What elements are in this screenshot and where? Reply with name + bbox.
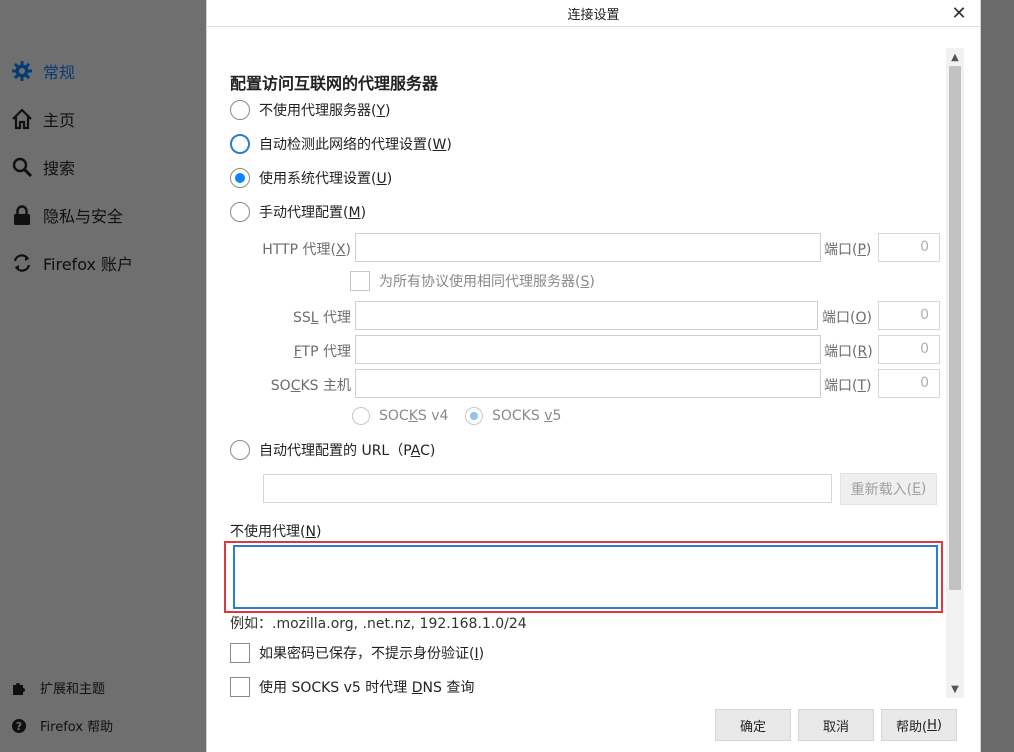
radio-label: 使用系统代理设置(U): [259, 171, 393, 187]
sidebar-item-label: 主页: [43, 111, 76, 130]
radio-label: 手动代理配置(M): [259, 205, 367, 221]
dialog-content: 配置访问互联网的代理服务器 不使用代理服务器(Y) 自动检测此网络的代理设置(W…: [207, 28, 947, 708]
radio-button[interactable]: [352, 407, 370, 425]
radio-button[interactable]: [230, 134, 250, 154]
ssl-port-label: 端口(O): [822, 310, 872, 326]
checkbox-label: 如果密码已保存，不提示身份验证(I): [259, 646, 485, 662]
socks-dns-checkbox-row[interactable]: 使用 SOCKS v5 时代理 DNS 查询: [230, 677, 474, 697]
radio-label: SOCKS v5: [492, 408, 562, 424]
home-icon: [10, 107, 34, 131]
http-port-label: 端口(P): [824, 242, 872, 258]
ftp-proxy-input[interactable]: [355, 335, 821, 364]
auth-checkbox-row[interactable]: 如果密码已保存，不提示身份验证(I): [230, 643, 484, 663]
ftp-port-input[interactable]: 0: [878, 335, 940, 364]
sidebar-footer-label: Firefox 帮助: [40, 720, 114, 735]
radio-label: 自动代理配置的 URL（PAC): [259, 443, 436, 459]
radio-pac-url[interactable]: 自动代理配置的 URL（PAC): [230, 440, 435, 460]
radio-label: SOCKS v4: [379, 408, 449, 424]
radio-socks-v4[interactable]: SOCKS v4: [352, 407, 448, 425]
no-proxy-textarea[interactable]: [233, 545, 938, 609]
socks-host-label: SOCKS 主机: [270, 378, 351, 394]
ssl-proxy-label: SSL 代理: [292, 310, 351, 326]
radio-button[interactable]: [230, 440, 250, 460]
sidebar-item-home[interactable]: 主页: [10, 107, 75, 131]
radio-button-selected[interactable]: [465, 407, 483, 425]
radio-label: 自动检测此网络的代理设置(W): [259, 137, 452, 153]
sidebar-item-general[interactable]: 常规: [10, 59, 75, 83]
scroll-up-icon[interactable]: ▲: [946, 48, 964, 66]
preferences-sidebar: 常规 主页 搜索 隐私与安全 Firefox 账户 扩展和主题 ? Firefo…: [0, 0, 206, 752]
search-icon: [10, 155, 34, 179]
socks-host-input[interactable]: [355, 369, 821, 398]
sidebar-item-label: 常规: [43, 63, 76, 82]
help-button[interactable]: 帮助(H): [881, 709, 957, 741]
pac-url-input[interactable]: [263, 474, 832, 503]
radio-label: 不使用代理服务器(Y): [259, 103, 391, 119]
gear-icon: [10, 59, 34, 83]
radio-button[interactable]: [230, 100, 250, 120]
ftp-port-label: 端口(R): [824, 344, 873, 360]
share-proxy-checkbox[interactable]: [350, 271, 370, 291]
sidebar-firefox-help[interactable]: ? Firefox 帮助: [10, 716, 113, 735]
sidebar-item-search[interactable]: 搜索: [10, 155, 75, 179]
proxy-heading: 配置访问互联网的代理服务器: [230, 74, 439, 93]
checkbox-label: 使用 SOCKS v5 时代理 DNS 查询: [259, 680, 475, 696]
radio-no-proxy[interactable]: 不使用代理服务器(Y): [230, 100, 391, 120]
radio-socks-v5[interactable]: SOCKS v5: [465, 407, 561, 425]
ok-button[interactable]: 确定: [715, 709, 791, 741]
scrollbar[interactable]: ▲ ▼: [946, 48, 964, 698]
help-icon: ?: [10, 717, 28, 735]
radio-auto-detect[interactable]: 自动检测此网络的代理设置(W): [230, 134, 452, 154]
dialog-titlebar: 连接设置 ✕: [207, 0, 980, 27]
connection-settings-dialog: 连接设置 ✕ 配置访问互联网的代理服务器 不使用代理服务器(Y) 自动检测此网络…: [206, 0, 981, 752]
sidebar-item-label: 隐私与安全: [43, 207, 124, 226]
checkbox-label: 为所有协议使用相同代理服务器(S): [379, 274, 595, 290]
ssl-proxy-input[interactable]: [355, 301, 818, 330]
sidebar-item-label: Firefox 账户: [43, 255, 134, 274]
radio-button[interactable]: [230, 202, 250, 222]
sidebar-item-privacy[interactable]: 隐私与安全: [10, 203, 123, 227]
socks-dns-checkbox[interactable]: [230, 677, 250, 697]
radio-system-proxy[interactable]: 使用系统代理设置(U): [230, 168, 392, 188]
sidebar-item-label: 搜索: [43, 159, 76, 178]
scrollbar-thumb[interactable]: [949, 66, 961, 590]
reload-pac-button[interactable]: 重新载入(E): [840, 473, 937, 505]
puzzle-icon: [10, 679, 28, 697]
close-icon[interactable]: ✕: [948, 2, 970, 24]
sidebar-item-firefox-account[interactable]: Firefox 账户: [10, 251, 133, 275]
no-proxy-for-label: 不使用代理(N): [230, 524, 322, 540]
lock-icon: [10, 203, 34, 227]
ssl-port-input[interactable]: 0: [878, 301, 940, 330]
socks-port-label: 端口(T): [824, 378, 872, 394]
sidebar-extensions-themes[interactable]: 扩展和主题: [10, 678, 105, 697]
socks-port-input[interactable]: 0: [878, 369, 940, 398]
sidebar-footer-label: 扩展和主题: [40, 682, 106, 697]
http-port-input[interactable]: 0: [878, 233, 940, 262]
auth-checkbox[interactable]: [230, 643, 250, 663]
http-proxy-label: HTTP 代理(X): [262, 242, 351, 258]
svg-text:?: ?: [16, 720, 22, 733]
radio-manual-proxy[interactable]: 手动代理配置(M): [230, 202, 366, 222]
http-proxy-input[interactable]: [355, 233, 821, 262]
share-proxy-checkbox-row[interactable]: 为所有协议使用相同代理服务器(S): [350, 271, 595, 291]
cancel-button[interactable]: 取消: [798, 709, 874, 741]
ftp-proxy-label: FTP 代理: [293, 344, 351, 360]
radio-button-selected[interactable]: [230, 168, 250, 188]
no-proxy-example: 例如：.mozilla.org, .net.nz, 192.168.1.0/24: [230, 616, 527, 632]
dimmed-background: [981, 0, 1014, 752]
sync-icon: [10, 251, 34, 275]
dialog-title: 连接设置: [567, 8, 620, 23]
scroll-down-icon[interactable]: ▼: [946, 680, 964, 698]
